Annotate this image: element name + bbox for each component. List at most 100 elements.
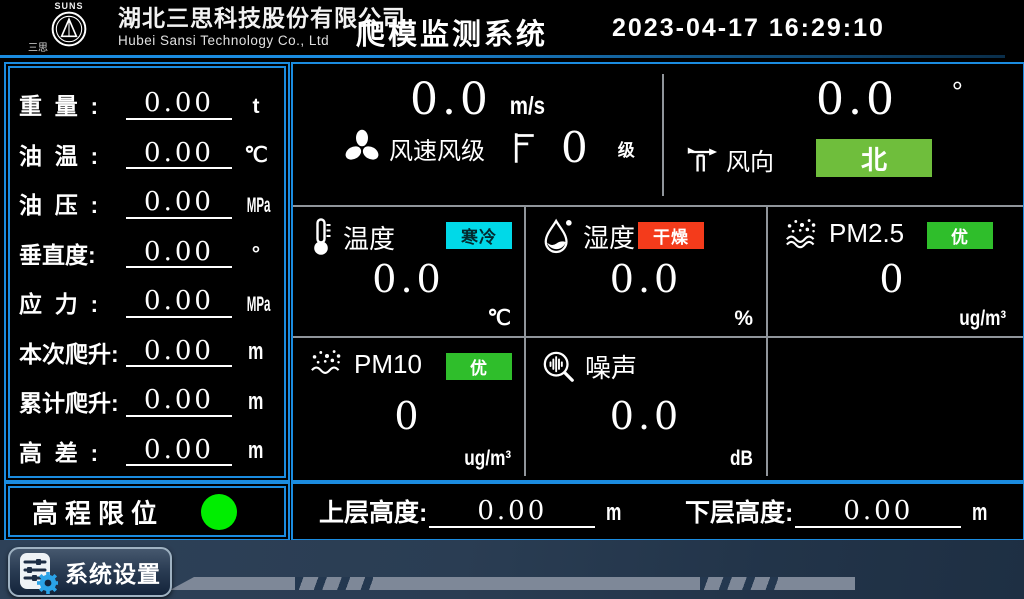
noise-header: 噪声 bbox=[542, 348, 637, 385]
oil-pressure-label: 油 压 : bbox=[19, 192, 121, 218]
wind-speed-value: 0.0 bbox=[410, 74, 492, 125]
metric-row-verticality: 垂直度: 0.00 ° bbox=[19, 224, 275, 270]
weight-unit: t bbox=[237, 94, 275, 120]
logo-cn-text: 三思 bbox=[28, 39, 48, 54]
wind-direction-indicator[interactable]: 北 bbox=[816, 139, 932, 177]
height-diff-unit: m bbox=[237, 436, 275, 466]
verticality-value: 0.00 bbox=[126, 238, 232, 269]
wind-direction-section: 0.0 ° 风向 北 bbox=[664, 64, 1019, 205]
wind-speed-section: 0.0 m/s 风速风级 0 级 bbox=[293, 64, 662, 205]
lower-height-value: 0.00 bbox=[795, 497, 961, 528]
logo-suns-text: SUNS bbox=[26, 1, 112, 11]
weight-label: 重 量 : bbox=[19, 93, 121, 119]
metric-row-total-climb: 累计爬升: 0.00 m bbox=[19, 373, 275, 419]
particles-icon bbox=[309, 348, 345, 380]
taskbar-stripe-band bbox=[170, 577, 855, 590]
pm25-header: PM2.5 bbox=[784, 217, 904, 249]
pm25-card: PM2.5 优 0 ug/m³ bbox=[768, 207, 1019, 336]
pm10-value: 0 bbox=[293, 394, 524, 440]
humidity-header: 湿度 bbox=[542, 217, 635, 255]
lower-height-unit: m bbox=[969, 499, 990, 528]
oil-pressure-value: 0.00 bbox=[126, 188, 232, 219]
climbing-formwork-monitor-screen: SUNS 三思 湖北三思科技股份有限公司 Hubei Sansi Technol… bbox=[0, 0, 1024, 599]
wind-level-row: 风速风级 0 级 bbox=[343, 127, 662, 169]
pm10-unit: ug/m³ bbox=[454, 447, 511, 471]
oil-temp-value: 0.00 bbox=[126, 139, 232, 170]
metric-row-stress: 应 力 : 0.00 MPa bbox=[19, 274, 275, 320]
wind-level-value: 0 bbox=[561, 127, 592, 169]
temperature-card: 温度 寒冷 0.0 ℃ bbox=[293, 207, 524, 336]
metric-row-weight: 重 量 : 0.00 t bbox=[19, 76, 275, 122]
elevation-limit-box-inner: 高程限位 bbox=[8, 486, 286, 537]
settings-sliders-gear-icon bbox=[18, 550, 58, 594]
pm10-header: PM10 bbox=[309, 348, 422, 380]
humidity-status-badge: 干燥 bbox=[638, 222, 704, 249]
noise-meter-icon bbox=[542, 350, 576, 384]
stripe-gap bbox=[700, 577, 778, 590]
pm10-status-badge: 优 bbox=[446, 353, 512, 380]
noise-unit: dB bbox=[725, 447, 753, 471]
upper-height-group: 上层高度: 0.00 m bbox=[319, 492, 625, 528]
pm10-card: PM10 优 0 ug/m³ bbox=[293, 338, 524, 476]
company-logo: SUNS 三思 bbox=[26, 1, 112, 55]
verticality-label: 垂直度: bbox=[19, 242, 121, 268]
fan-icon bbox=[343, 129, 381, 167]
layer-heights-box: 上层高度: 0.00 m 下层高度: 0.00 m bbox=[291, 482, 1024, 541]
current-climb-unit: m bbox=[237, 337, 275, 367]
weight-value: 0.00 bbox=[126, 89, 232, 120]
temperature-header: 温度 bbox=[309, 217, 395, 257]
metric-row-height-diff: 高 差 : 0.00 m bbox=[19, 422, 275, 468]
pm25-label: PM2.5 bbox=[829, 218, 904, 249]
system-settings-button[interactable]: 系统设置 bbox=[8, 547, 172, 597]
wind-direction-value: 0.0 bbox=[816, 74, 898, 125]
stress-label: 应 力 : bbox=[19, 291, 121, 317]
metric-rows: 重 量 : 0.00 t 油 温 : 0.00 ℃ 油 压 : 0.00 MPa… bbox=[19, 74, 275, 470]
total-climb-value: 0.00 bbox=[126, 386, 232, 417]
droplet-icon bbox=[542, 217, 574, 255]
lower-height-group: 下层高度: 0.00 m bbox=[685, 492, 991, 528]
wind-direction-label: 风向 bbox=[726, 142, 774, 177]
wind-direction-row: 风向 bbox=[686, 142, 774, 177]
current-climb-label: 本次爬升: bbox=[19, 341, 121, 367]
page-title: 爬模监测系统 bbox=[356, 11, 548, 53]
header: SUNS 三思 湖北三思科技股份有限公司 Hubei Sansi Technol… bbox=[0, 0, 1024, 55]
environment-panel: 0.0 m/s 风速风级 0 级 0.0 bbox=[291, 62, 1024, 482]
height-diff-value: 0.00 bbox=[126, 436, 232, 467]
wind-level-flag-icon bbox=[513, 131, 537, 165]
wind-speed-label: 风速风级 bbox=[389, 131, 485, 166]
noise-card: 噪声 0.0 dB bbox=[526, 338, 766, 476]
elevation-limit-box: 高程限位 bbox=[4, 482, 290, 541]
pm10-label: PM10 bbox=[354, 349, 422, 380]
stress-value: 0.00 bbox=[126, 287, 232, 318]
pm25-status-badge: 优 bbox=[927, 222, 993, 249]
total-climb-label: 累计爬升: bbox=[19, 390, 121, 416]
datetime-display: 2023-04-17 16:29:10 bbox=[612, 14, 885, 43]
temperature-status-badge: 寒冷 bbox=[446, 222, 512, 249]
wind-speed-value-line: 0.0 m/s bbox=[293, 74, 662, 125]
current-climb-value: 0.00 bbox=[126, 337, 232, 368]
thermometer-icon bbox=[309, 217, 334, 257]
upper-height-unit: m bbox=[603, 499, 624, 528]
lower-height-label: 下层高度: bbox=[685, 499, 793, 528]
humidity-unit: % bbox=[734, 307, 753, 331]
stripe-gap bbox=[295, 577, 373, 590]
elevation-limit-status-light bbox=[201, 494, 237, 530]
wind-speed-unit: m/s bbox=[502, 92, 545, 120]
header-divider bbox=[0, 55, 1005, 58]
humidity-label: 湿度 bbox=[583, 218, 635, 255]
verticality-unit: ° bbox=[237, 242, 275, 268]
height-diff-label: 高 差 : bbox=[19, 440, 121, 466]
upper-height-label: 上层高度: bbox=[319, 499, 427, 528]
oil-pressure-unit: MPa bbox=[237, 193, 275, 219]
temperature-label: 温度 bbox=[343, 219, 395, 256]
oil-temp-label: 油 温 : bbox=[19, 143, 121, 169]
noise-label: 噪声 bbox=[585, 348, 637, 385]
temperature-value: 0.0 bbox=[293, 257, 524, 303]
pm25-unit: ug/m³ bbox=[949, 307, 1006, 331]
metric-row-oil-pressure: 油 压 : 0.00 MPa bbox=[19, 175, 275, 221]
oil-temp-unit: ℃ bbox=[237, 143, 275, 169]
humidity-card: 湿度 干燥 0.0 % bbox=[526, 207, 766, 336]
stress-unit: MPa bbox=[237, 292, 275, 318]
particles-icon bbox=[784, 217, 820, 249]
metric-row-oil-temp: 油 温 : 0.00 ℃ bbox=[19, 125, 275, 171]
